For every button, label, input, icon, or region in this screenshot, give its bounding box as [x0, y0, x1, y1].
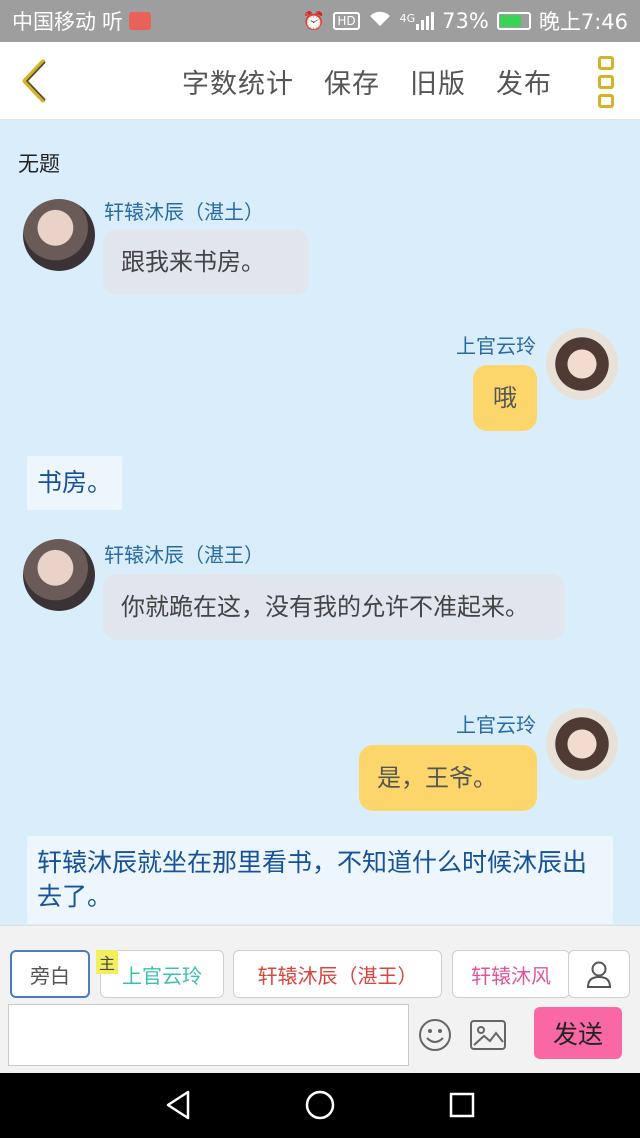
- nav-home-button[interactable]: [302, 1087, 338, 1123]
- message-bubble[interactable]: 哦: [473, 365, 537, 431]
- carrier-app-label: 听: [102, 10, 123, 34]
- system-nav-bar: [0, 1073, 640, 1138]
- publish-button[interactable]: 发布: [496, 62, 552, 101]
- image-icon[interactable]: [470, 1020, 506, 1050]
- role-label: 旁白: [30, 963, 70, 988]
- avatar[interactable]: [23, 539, 95, 611]
- speaker-name: 上官云玲: [456, 334, 536, 358]
- square-recents-icon: [449, 1092, 475, 1118]
- role-label: 上官云玲: [122, 963, 202, 988]
- top-toolbar: 字数统计 保存 旧版 发布: [0, 42, 640, 120]
- person-icon: [586, 961, 612, 988]
- nav-back-button[interactable]: [160, 1087, 196, 1123]
- role-chip-shangguan[interactable]: 上官云玲: [100, 950, 224, 998]
- input-panel: 旁白 上官云玲 轩辕沐辰（湛王） 轩辕沐风 发送: [0, 925, 640, 1073]
- battery-percent: 73%: [442, 9, 489, 33]
- speaker-name: 上官云玲: [456, 713, 536, 737]
- status-left: 中国移动听: [12, 6, 151, 36]
- manage-roles-button[interactable]: [568, 950, 630, 998]
- send-button[interactable]: 发送: [534, 1007, 622, 1059]
- avatar[interactable]: [546, 708, 618, 780]
- emoji-icon[interactable]: [418, 1018, 452, 1052]
- role-label: 轩辕沐风: [471, 963, 551, 988]
- role-chip-xuanyuan-muchen[interactable]: 轩辕沐辰（湛王）: [233, 950, 442, 998]
- wifi-icon: [368, 10, 392, 33]
- more-dot-icon: [598, 75, 614, 89]
- message-bubble[interactable]: 你就跪在这，没有我的允许不准起来。: [103, 574, 565, 640]
- old-version-button[interactable]: 旧版: [410, 62, 466, 101]
- nav-recents-button[interactable]: [444, 1087, 480, 1123]
- role-label: 轩辕沐辰（湛王）: [257, 963, 418, 988]
- battery-icon: [496, 12, 531, 30]
- carrier-label: 中国移动: [12, 10, 96, 34]
- main-role-badge: 主: [96, 950, 118, 974]
- speaker-name: 轩辕沐辰（湛王）: [104, 543, 264, 567]
- signal-icon: 4G: [400, 12, 435, 30]
- message-bubble[interactable]: 是，王爷。: [359, 745, 537, 811]
- status-right: ⏰ HD 4G 73% 晚上7:46: [303, 6, 628, 36]
- clock: 晚上7:46: [538, 10, 628, 34]
- triangle-back-icon: [166, 1090, 190, 1120]
- save-button[interactable]: 保存: [324, 62, 380, 101]
- alarm-icon: ⏰: [302, 10, 326, 32]
- role-chip-narrator[interactable]: 旁白: [10, 950, 90, 998]
- message-bubble[interactable]: 跟我来书房。: [103, 229, 309, 295]
- chevron-left-icon: [22, 59, 46, 103]
- toolbar-actions: 字数统计 保存 旧版 发布: [182, 42, 552, 120]
- narration-block[interactable]: 轩辕沐辰就坐在那里看书，不知道什么时候沐辰出去了。: [27, 836, 613, 924]
- avatar[interactable]: [546, 328, 618, 400]
- avatar[interactable]: [23, 199, 95, 271]
- speaker-name: 轩辕沐辰（湛土）: [104, 200, 264, 224]
- status-bar: 中国移动听 ⏰ HD 4G 73% 晚上7:46: [0, 0, 640, 42]
- story-title[interactable]: 无题: [18, 148, 60, 178]
- chat-area[interactable]: 无题 轩辕沐辰（湛土） 跟我来书房。 上官云玲 哦 书房。 轩辕沐辰（湛王） 你…: [0, 120, 640, 925]
- message-input[interactable]: [8, 1004, 409, 1066]
- circle-home-icon: [305, 1090, 335, 1120]
- mail-icon: [129, 12, 151, 30]
- more-menu-button[interactable]: [594, 56, 618, 108]
- back-button[interactable]: [14, 56, 54, 106]
- narration-block[interactable]: 书房。: [27, 456, 123, 510]
- hd-icon: HD: [333, 12, 360, 30]
- more-dot-icon: [598, 94, 614, 108]
- more-dot-icon: [598, 56, 614, 70]
- word-count-button[interactable]: 字数统计: [182, 62, 294, 101]
- signal-label: 4G: [399, 12, 416, 25]
- role-chip-xuanyuan-mufeng[interactable]: 轩辕沐风: [452, 950, 570, 998]
